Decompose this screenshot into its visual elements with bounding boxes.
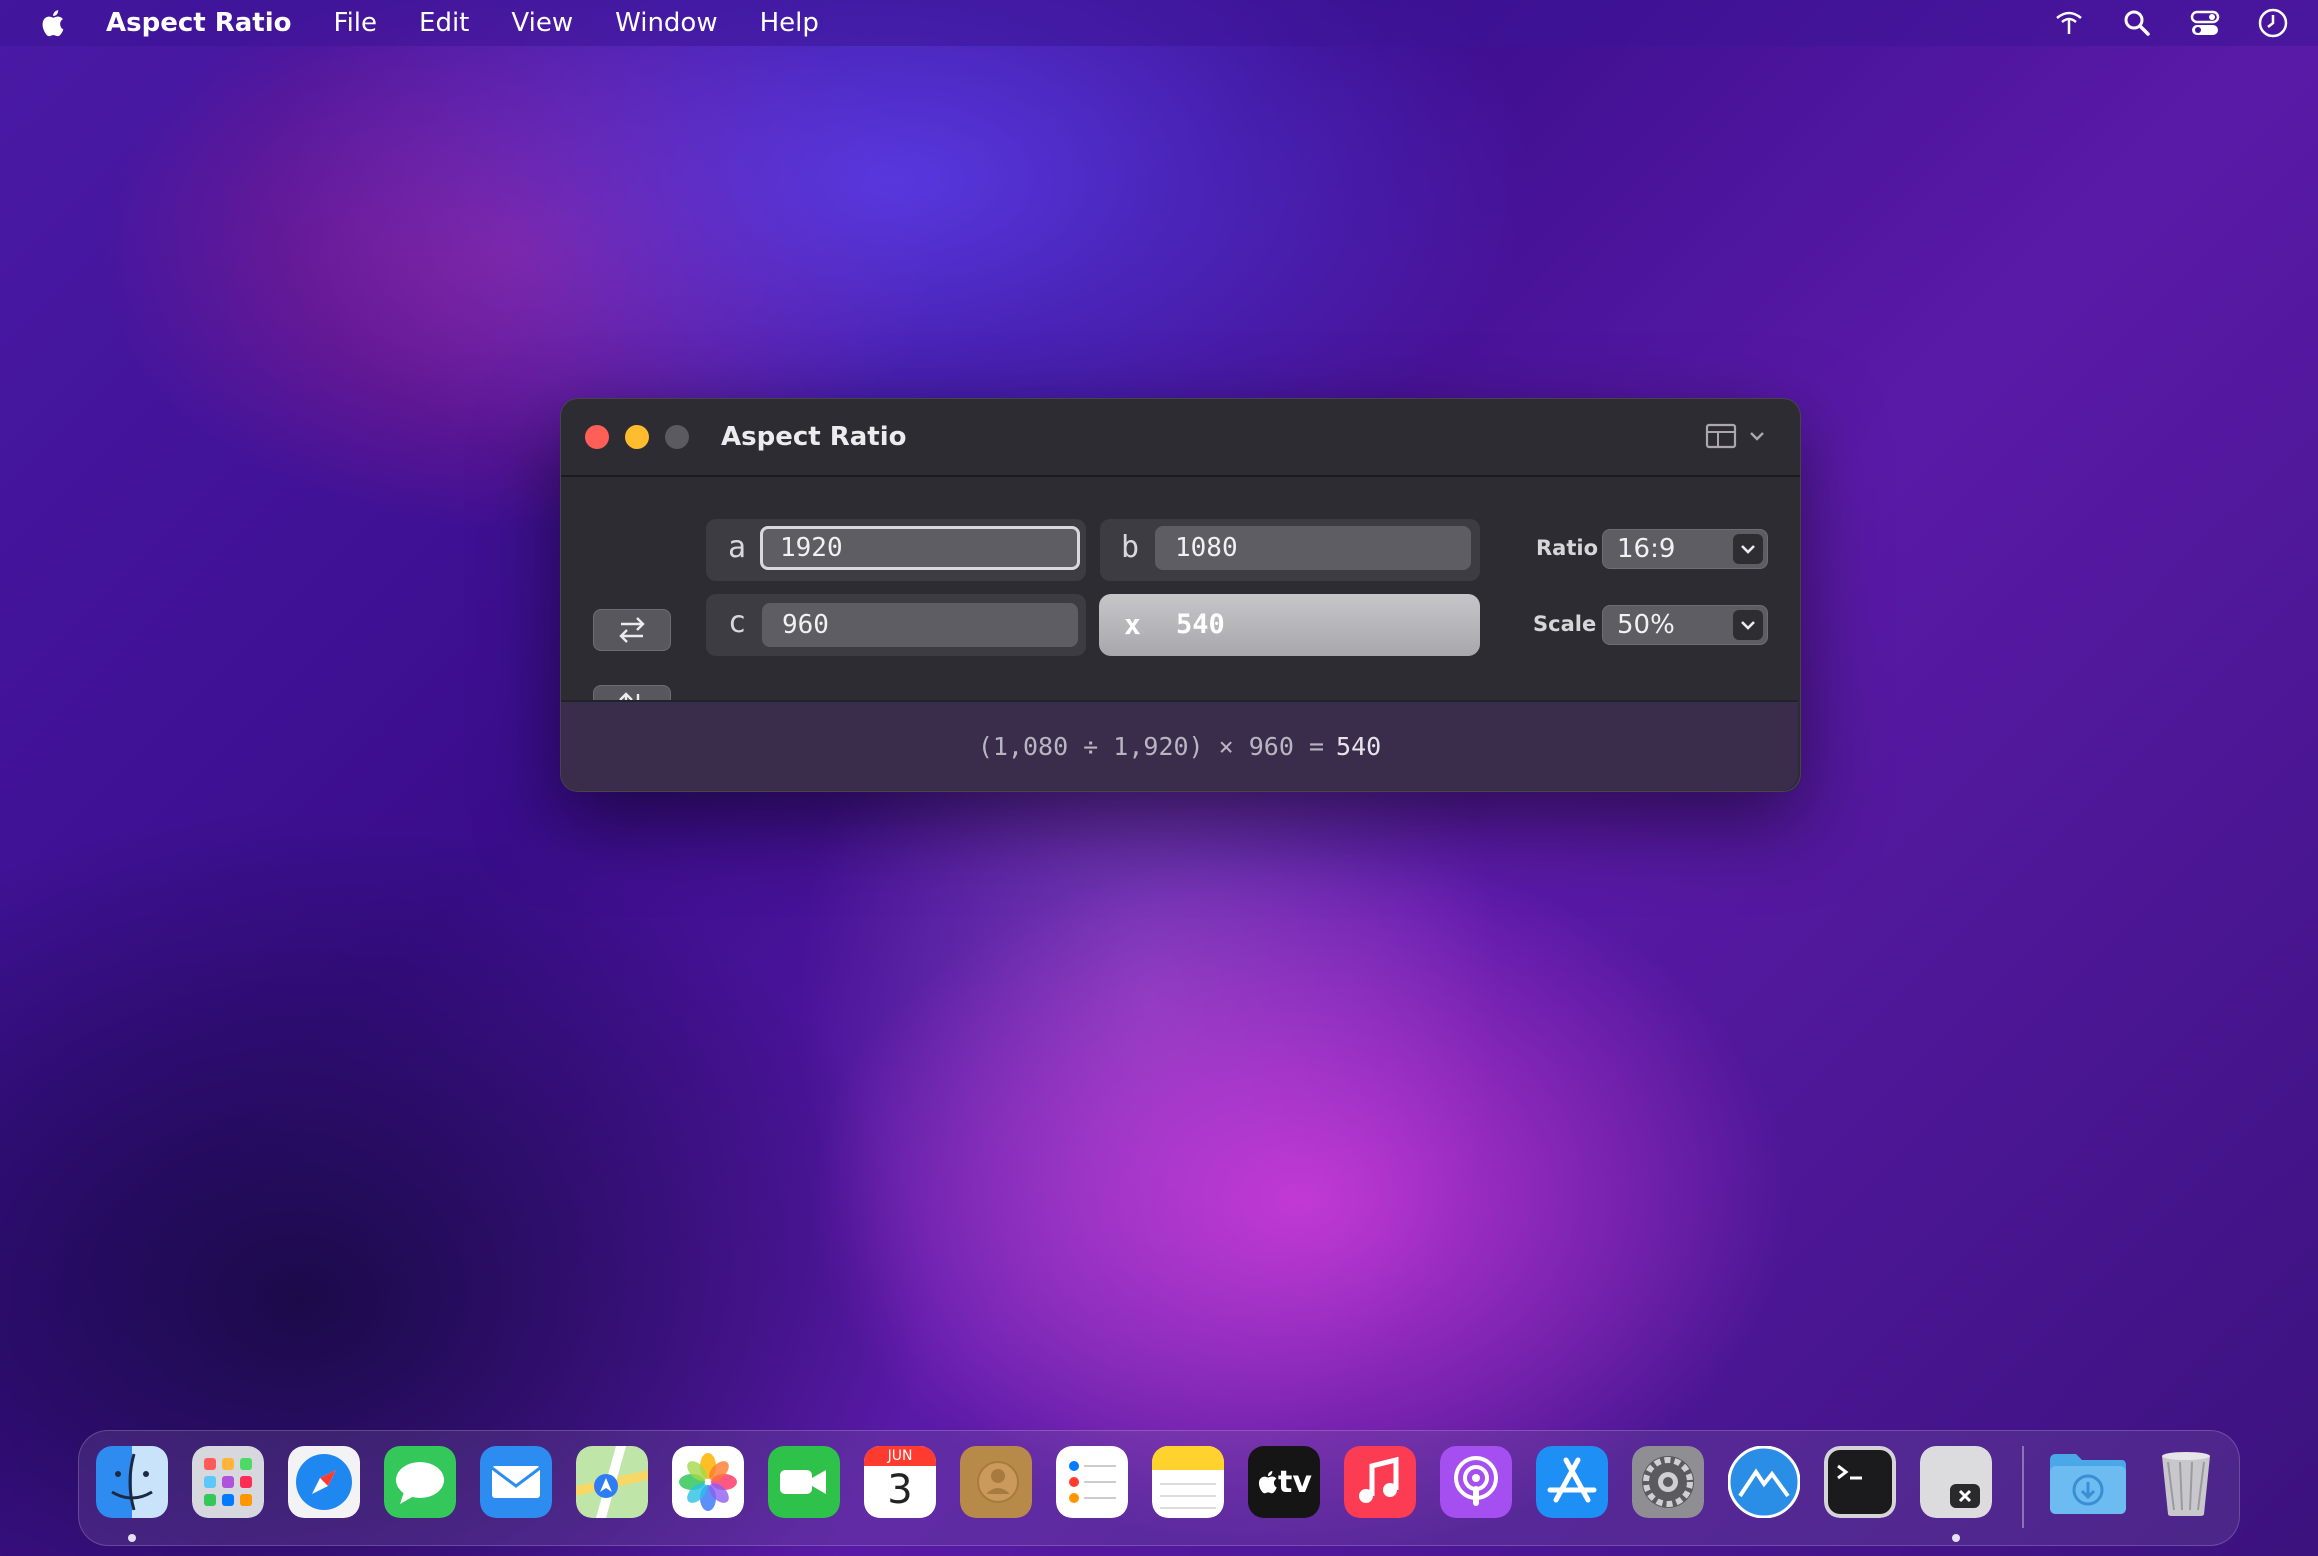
result-x-label: x xyxy=(1124,608,1141,641)
result-x-value: 540 xyxy=(1176,609,1225,640)
terminal-icon xyxy=(1824,1446,1896,1518)
contacts-icon xyxy=(960,1446,1032,1518)
safari-icon xyxy=(288,1446,360,1518)
menu-bar: Aspect Ratio File Edit View Window Help xyxy=(0,0,2318,46)
app-store-icon xyxy=(1536,1446,1608,1518)
formula-bar: (1,080 ÷ 1,920) × 960 = 540 xyxy=(561,700,1798,791)
field-b-input[interactable]: 1080 xyxy=(1155,526,1471,570)
scale-label: Scale xyxy=(1533,612,1597,636)
dock-launchpad[interactable] xyxy=(192,1446,264,1518)
apple-menu-icon[interactable] xyxy=(38,8,66,38)
downloads-folder-icon xyxy=(2050,1454,2126,1514)
ratio-select[interactable]: 16:9 xyxy=(1602,529,1768,569)
dock-tv[interactable]: tv xyxy=(1248,1446,1320,1518)
dock-notes[interactable] xyxy=(1152,1446,1224,1518)
scale-select[interactable]: 50% xyxy=(1602,605,1768,645)
close-button[interactable] xyxy=(585,425,609,449)
dock-calendar[interactable]: JUN 3 xyxy=(864,1446,936,1518)
chevron-down-icon[interactable] xyxy=(1748,429,1766,443)
formula-result: 540 xyxy=(1336,732,1382,761)
chevron-down-icon xyxy=(1741,621,1755,630)
sidebar-layout-icon[interactable] xyxy=(1704,421,1738,451)
menu-help[interactable]: Help xyxy=(760,8,819,38)
dock-system-preferences[interactable] xyxy=(1632,1446,1704,1518)
tv-label: tv xyxy=(1278,1464,1312,1500)
dock-reminders[interactable] xyxy=(1056,1446,1128,1518)
swap-horizontal-icon xyxy=(619,617,645,643)
clock-icon[interactable] xyxy=(2256,6,2290,40)
zoom-button xyxy=(665,425,689,449)
dock-finder[interactable] xyxy=(96,1446,168,1518)
menu-file[interactable]: File xyxy=(334,8,378,38)
menu-view[interactable]: View xyxy=(511,8,573,38)
mail-icon xyxy=(480,1446,552,1518)
search-icon[interactable] xyxy=(2120,6,2154,40)
dock-terminal[interactable] xyxy=(1824,1446,1896,1518)
dock-messages[interactable] xyxy=(384,1446,456,1518)
reminders-icon xyxy=(1056,1446,1128,1518)
apple-logo-icon xyxy=(1258,1471,1277,1494)
calendar-month: JUN xyxy=(864,1446,936,1466)
dock-separator xyxy=(2022,1446,2024,1528)
control-center-icon[interactable] xyxy=(2188,6,2222,40)
dock-music[interactable] xyxy=(1344,1446,1416,1518)
maps-icon xyxy=(576,1446,648,1518)
finder-running-indicator xyxy=(128,1534,136,1542)
field-a-label: a xyxy=(728,530,747,565)
calculator-content xyxy=(561,477,1800,727)
dock-mountain-app[interactable] xyxy=(1728,1446,1800,1518)
formula-expression: (1,080 ÷ 1,920) × 960 = xyxy=(977,732,1325,761)
field-c-input[interactable]: 960 xyxy=(762,603,1078,647)
gear-icon xyxy=(1632,1446,1704,1518)
result-x-field[interactable]: x 540 xyxy=(1099,594,1480,656)
menu-window[interactable]: Window xyxy=(615,8,718,38)
swap-horizontal-button[interactable] xyxy=(593,609,671,651)
ratio-dropdown-button[interactable] xyxy=(1733,534,1763,564)
mountain-icon xyxy=(1728,1446,1800,1518)
finder-icon xyxy=(96,1446,168,1518)
dock-app-store[interactable] xyxy=(1536,1446,1608,1518)
field-c-label: c xyxy=(728,605,747,640)
scale-dropdown-button[interactable] xyxy=(1733,610,1763,640)
calendar-day: 3 xyxy=(887,1467,913,1513)
photos-icon xyxy=(672,1446,744,1518)
chevron-down-icon xyxy=(1741,545,1755,554)
layout-menu[interactable] xyxy=(1704,421,1766,451)
dock-podcasts[interactable] xyxy=(1440,1446,1512,1518)
dock-downloads[interactable] xyxy=(2046,1446,2130,1518)
scale-value: 50% xyxy=(1617,610,1675,640)
music-icon xyxy=(1344,1446,1416,1518)
dock-maps[interactable] xyxy=(576,1446,648,1518)
dock-mail[interactable] xyxy=(480,1446,552,1518)
dock-trash[interactable] xyxy=(2150,1446,2222,1518)
wifi-icon[interactable] xyxy=(2052,6,2086,40)
menu-edit[interactable]: Edit xyxy=(419,8,469,38)
window-title: Aspect Ratio xyxy=(721,422,907,452)
dock-safari[interactable] xyxy=(288,1446,360,1518)
field-b-label: b xyxy=(1121,530,1140,565)
title-bar[interactable]: Aspect Ratio xyxy=(561,399,1800,477)
aspect-ratio-running-indicator xyxy=(1952,1534,1960,1542)
notes-icon xyxy=(1152,1446,1224,1518)
facetime-icon xyxy=(768,1446,840,1518)
dock-contacts[interactable] xyxy=(960,1446,1032,1518)
trash-icon xyxy=(2162,1452,2210,1516)
messages-icon xyxy=(384,1446,456,1518)
status-menus xyxy=(2052,0,2290,46)
dock-facetime[interactable] xyxy=(768,1446,840,1518)
aspect-ratio-icon xyxy=(1920,1446,1992,1518)
minimize-button[interactable] xyxy=(625,425,649,449)
podcasts-icon xyxy=(1440,1446,1512,1518)
dock-photos[interactable] xyxy=(672,1446,744,1518)
dock-aspect-ratio[interactable] xyxy=(1920,1446,1992,1518)
launchpad-icon xyxy=(192,1446,264,1518)
field-a-input[interactable]: 1920 xyxy=(760,526,1080,570)
ratio-label: Ratio xyxy=(1536,536,1599,560)
ratio-value: 16:9 xyxy=(1617,534,1676,564)
menu-app-name[interactable]: Aspect Ratio xyxy=(106,8,292,38)
